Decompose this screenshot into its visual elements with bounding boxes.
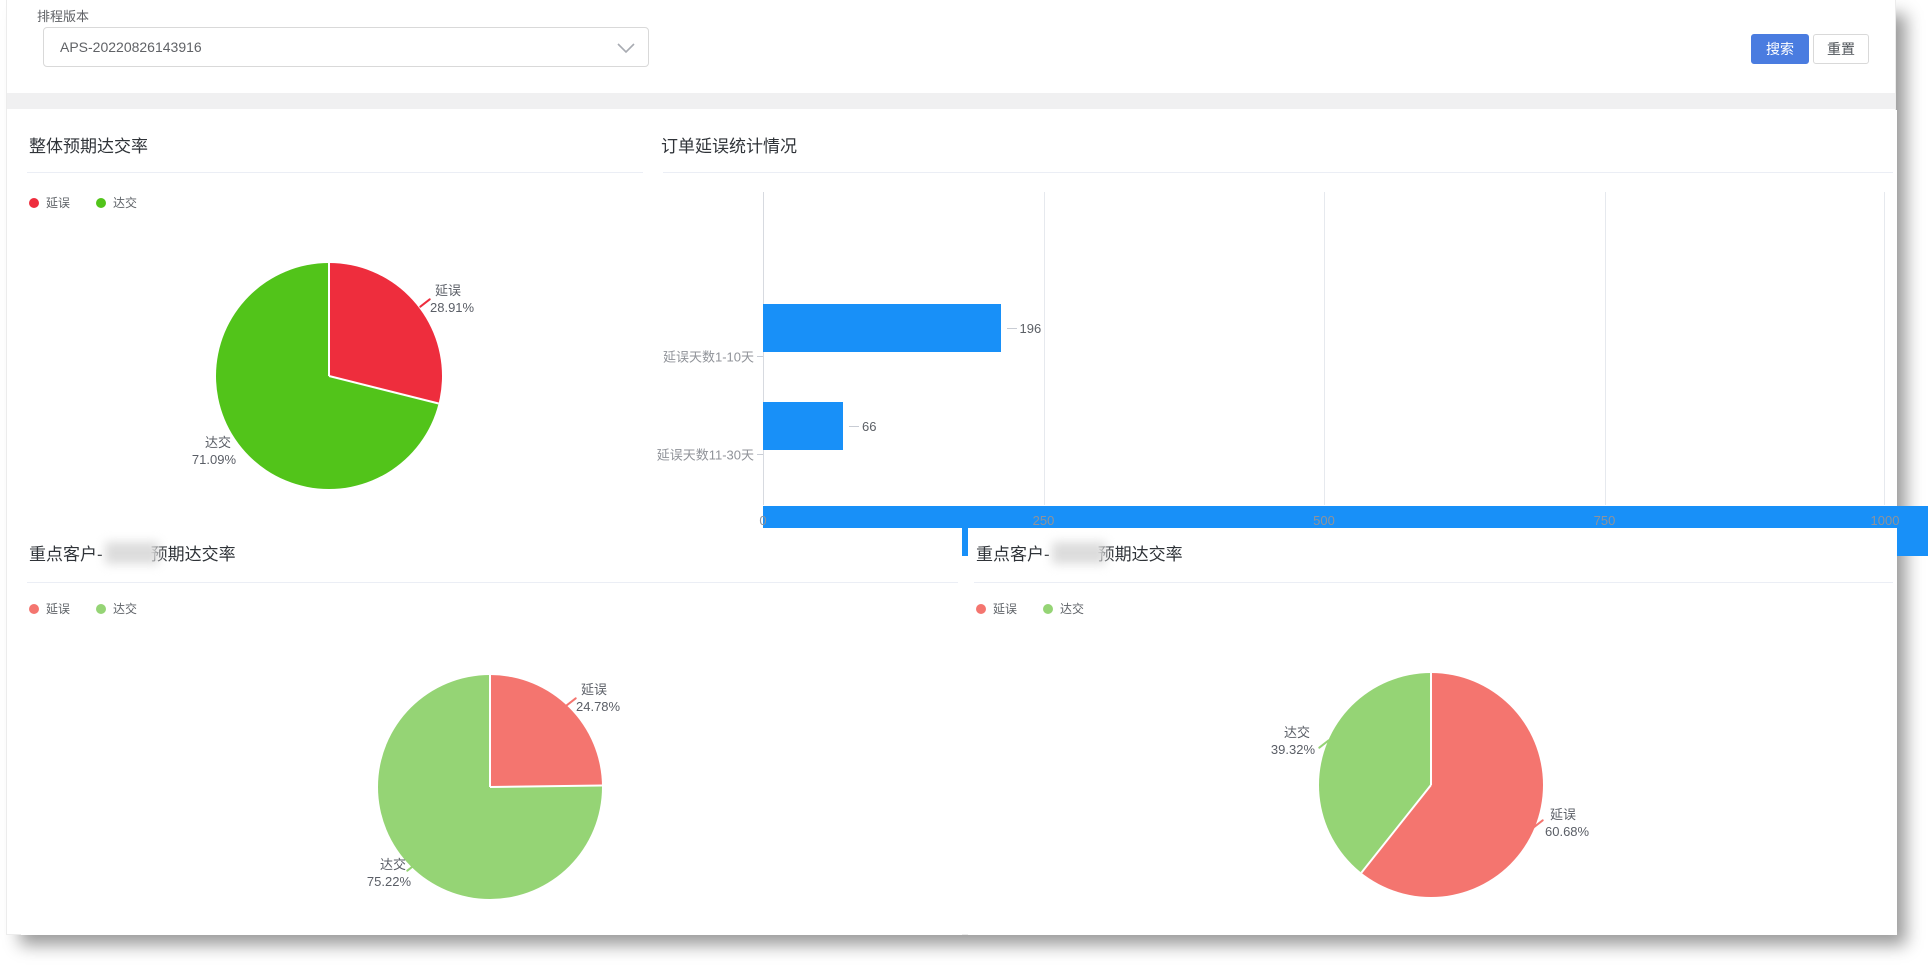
x-axis-tick-label: 500: [1313, 513, 1335, 528]
masked-customer-name: [1052, 542, 1106, 564]
page-card: 排程版本 APS-20220826143916 搜索 重置 整体预期达交率 延误…: [6, 0, 1896, 935]
legend-item-delivered[interactable]: 达交: [96, 600, 137, 617]
legend-item-delay[interactable]: 延误: [29, 194, 70, 211]
x-axis-tick-label: 250: [1033, 513, 1055, 528]
panel-overall-delivery-rate: 整体预期达交率 延误 达交 延误28.91% 达交71.09%: [21, 110, 647, 528]
delay-legend-dot-icon: [29, 198, 39, 208]
legend-label: 达交: [113, 600, 137, 617]
bar-delay-11-30[interactable]: [763, 402, 843, 450]
pie-slice-label-delivered: 达交39.32%: [1235, 724, 1315, 758]
legend-label: 延误: [46, 194, 70, 211]
panel-order-delay-stats: 订单延误统计情况 延误天数1-10天 延误天数11-30天 达交 196 66: [657, 110, 1897, 528]
customer-b-pie-chart[interactable]: [1319, 673, 1543, 897]
legend-label: 达交: [113, 194, 137, 211]
bar-row: 66: [763, 402, 1928, 450]
delivered-legend-dot-icon: [96, 604, 106, 614]
panel-key-customer-b: 重点客户-预期达交率 延误 达交 达交39.32% 延误60.68%: [968, 528, 1897, 935]
schedule-version-value: APS-20220826143916: [60, 39, 202, 55]
pie-legend: 延误 达交: [29, 194, 137, 211]
x-axis-tick-label: 0: [759, 513, 766, 528]
legend-label: 延误: [46, 600, 70, 617]
legend-item-delay[interactable]: 延误: [976, 600, 1017, 617]
x-axis-tick-label: 1000: [1871, 513, 1900, 528]
legend-item-delay[interactable]: 延误: [29, 600, 70, 617]
bar-plot-area: 196 66 974: [763, 192, 1885, 505]
bar-value-label: 196: [1007, 321, 1042, 336]
pie-legend: 延误 达交: [976, 600, 1084, 617]
delay-legend-dot-icon: [29, 604, 39, 614]
panel-divider: [27, 582, 958, 583]
legend-item-delivered[interactable]: 达交: [1043, 600, 1084, 617]
schedule-version-label: 排程版本: [37, 6, 89, 25]
panel-title: 重点客户-预期达交率: [29, 540, 236, 565]
delay-legend-dot-icon: [976, 604, 986, 614]
legend-item-delivered[interactable]: 达交: [96, 194, 137, 211]
delivered-legend-dot-icon: [1043, 604, 1053, 614]
pie-slice-label-delay: 延误60.68%: [1545, 806, 1589, 840]
legend-label: 达交: [1060, 600, 1084, 617]
pie-slice-label-delivered: 达交71.09%: [156, 434, 236, 468]
masked-customer-name: [105, 542, 159, 564]
bar-delay-1-10[interactable]: [763, 304, 1001, 352]
panel-divider: [663, 172, 1893, 173]
bar-row: 196: [763, 304, 1928, 352]
x-axis-tick-label: 750: [1594, 513, 1616, 528]
chevron-down-icon: [616, 42, 636, 54]
x-axis: 0 250 500 750 1000: [763, 513, 1885, 529]
pie-legend: 延误 达交: [29, 600, 137, 617]
panel-title: 整体预期达交率: [29, 132, 148, 157]
search-button[interactable]: 搜索: [1751, 34, 1809, 64]
schedule-version-select[interactable]: APS-20220826143916: [43, 27, 649, 67]
dashboard-root: { "filter_bar": { "label": "排程版本", "sele…: [0, 0, 1928, 967]
pie-slice-label-delivered: 达交75.22%: [331, 856, 411, 890]
pie-slice-label-delay: 延误24.78%: [576, 681, 620, 715]
overall-pie-chart[interactable]: [216, 263, 442, 489]
panel-title: 重点客户-预期达交率: [976, 540, 1183, 565]
bar-value-label: 66: [849, 419, 876, 434]
section-separator: [7, 93, 1895, 109]
delivered-legend-dot-icon: [96, 198, 106, 208]
category-label: 延误天数1-10天: [654, 347, 754, 366]
pie-slice-label-delay: 延误28.91%: [430, 282, 474, 316]
legend-label: 延误: [993, 600, 1017, 617]
panel-title: 订单延误统计情况: [661, 132, 797, 157]
panel-divider: [27, 172, 643, 173]
reset-button[interactable]: 重置: [1813, 34, 1869, 64]
panel-key-customer-a: 重点客户-预期达交率 延误 达交 延误24.78% 达交75.22%: [21, 528, 962, 935]
panel-divider: [974, 582, 1893, 583]
category-label: 延误天数11-30天: [654, 445, 754, 464]
